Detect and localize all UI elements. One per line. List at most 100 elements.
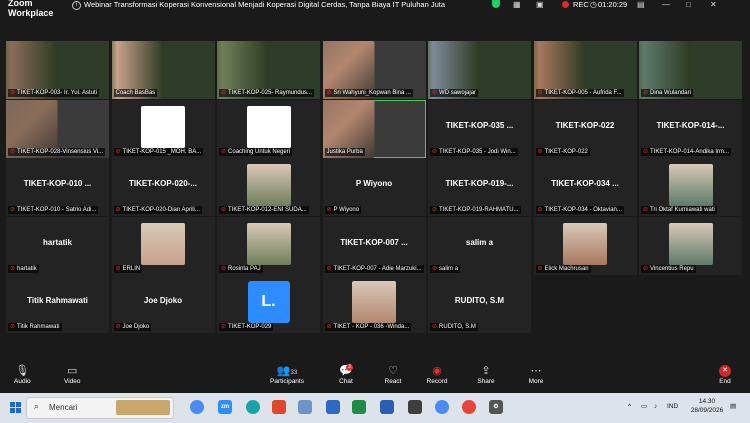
participant-name-label: ⊘ TIKET-KOP-020-Dian Aprili... — [113, 206, 202, 214]
participant-tile[interactable]: TIKET-KOP-035 ... ⊘ TIKET-KOP-035 - Jodi W… — [428, 99, 531, 158]
participant-tile[interactable]: ⊘ Coaching Untuk Negeri — [217, 99, 320, 158]
participant-name-label: ⊘ Dina Wulandari — [641, 89, 693, 97]
participant-tile[interactable]: ⊘ WD sawojajar — [428, 41, 531, 99]
participant-tile[interactable]: hartatik ⊘ hartatik — [6, 216, 109, 275]
participant-tile[interactable]: Titik Rahmawati ⊘ Titik Rahmawati — [6, 275, 109, 333]
participant-tile[interactable]: ⊘ Dina Wulandari — [639, 41, 742, 99]
taskbar-clock[interactable]: 14.30 28/09/2026 — [690, 397, 724, 415]
view-icon[interactable]: ▦ — [513, 0, 521, 10]
participant-name-label: ⊘ RUDITO, S.M — [430, 323, 478, 331]
maximize-icon[interactable]: □ — [686, 0, 691, 10]
volume-icon[interactable]: ♪ — [654, 402, 657, 411]
participant-display-name: TIKET-KOP-020-... — [128, 179, 197, 188]
end-button[interactable]: ✕ End — [716, 364, 734, 385]
participant-tile[interactable]: ⊘ TIKET-KOP-012-ENI SUDA... — [217, 158, 320, 216]
participant-tile[interactable]: Coach BasBas — [111, 41, 215, 99]
participant-tile[interactable]: Joe Djoko ⊘ Joe Djoko — [111, 275, 215, 333]
meeting-title[interactable]: i Webinar Transformasi Koperasi Konvensio… — [72, 0, 445, 10]
muted-microphone-icon: ⊘ — [10, 90, 16, 96]
close-icon[interactable]: ✕ — [710, 0, 717, 10]
video-button[interactable]: ▭ Video — [64, 364, 81, 385]
participant-name-text: TIKET-KOP-007 - Adie Marzuki... — [333, 265, 422, 272]
participant-name-text: WD sawojajar — [439, 90, 477, 96]
participant-display-name: salim a — [465, 237, 494, 247]
tray-chevron-icon[interactable]: ^ — [628, 402, 631, 411]
participant-name-label: ⊘ TIKET-KOP-025- Raymundus... — [219, 89, 315, 97]
minimize-icon[interactable]: — — [662, 0, 670, 10]
participant-tile[interactable]: TIKET-KOP-014-... ⊘ TIKET-KOP-014-Andika I… — [639, 99, 742, 158]
outlook-icon[interactable] — [326, 400, 340, 414]
excel-icon[interactable] — [352, 400, 366, 414]
participant-display-name: Titik Rahmawati — [27, 296, 88, 305]
participant-tile[interactable]: ⊘ TIKET-KOP-025- Raymundus... — [217, 41, 320, 99]
record-button[interactable]: ◉ Record — [425, 364, 449, 385]
participants-count: 33 — [290, 370, 298, 376]
participant-tile[interactable]: TIKET-KOP-034 ... ⊘ TIKET-KOP-034 - Oktavi… — [533, 158, 637, 216]
info-icon[interactable]: i — [72, 0, 81, 10]
view-options-icon[interactable]: ▤ — [637, 0, 645, 10]
participant-tile[interactable]: ⊘ TIKET-KOP-003- Ir. Yul. Astuti — [6, 41, 109, 99]
participant-tile[interactable]: TIKET-KOP-010 ... ⊘ TIKET-KOP-010 - Satrio… — [6, 158, 109, 216]
participant-name-text: Coach BasBas — [115, 90, 156, 96]
more-button[interactable]: ⋯ More — [526, 364, 546, 385]
participant-tile[interactable]: ⊘ TIKET-KOP-015 _MOH. BA... — [111, 99, 215, 158]
participant-tile[interactable]: ⊘ TIKET-KOP-005 - Aufrida F... — [533, 41, 637, 99]
more-label: More — [528, 378, 544, 385]
layout-icon[interactable]: ▣ — [536, 0, 544, 10]
participant-tile[interactable]: RUDITO, S.M ⊘ RUDITO, S.M — [428, 275, 531, 333]
participant-tile[interactable]: salim a ⊘ salim a — [428, 216, 531, 275]
participants-button[interactable]: 👥33 Participants — [267, 364, 307, 385]
muted-microphone-icon: ⊘ — [432, 90, 438, 96]
edge-icon[interactable] — [246, 400, 260, 414]
participant-tile[interactable]: ⊘ Vincentius Repu — [639, 216, 742, 275]
participant-tile[interactable]: ⊘ Tri Oktaf Kurniawati wati — [639, 158, 742, 216]
language-indicator[interactable]: IND — [667, 402, 678, 411]
participant-tile[interactable]: ⊘ Elick Machrusan — [533, 216, 637, 275]
participant-tile[interactable]: TIKET-KOP-019-... ⊘ TIKET-KOP-019-RAHMATU.… — [428, 158, 531, 216]
participant-name-label: ⊘ P Wiyono — [324, 206, 362, 214]
meeting-title-text: Webinar Transformasi Koperasi Konvension… — [84, 0, 446, 9]
notification-icon[interactable]: ▤ — [730, 402, 736, 411]
participant-avatar — [141, 222, 185, 265]
participant-name-label: ⊘ Titik Rahmawati — [8, 323, 62, 331]
muted-microphone-icon: ⊘ — [537, 148, 543, 155]
participant-name-text: TIKET-KOP-015 _MOH. BA... — [122, 148, 202, 155]
participant-tile[interactable]: TIKET-KOP-022 ⊘ TIKET-KOP-022 — [533, 99, 637, 158]
chrome-icon[interactable] — [190, 400, 204, 414]
muted-microphone-icon: ⊘ — [643, 207, 649, 213]
muted-microphone-icon: ⊘ — [643, 265, 649, 272]
audio-button[interactable]: 🎙 Audio — [14, 364, 31, 385]
participant-logo — [246, 105, 291, 148]
word-icon[interactable] — [380, 400, 394, 414]
windows-start-icon[interactable] — [10, 402, 21, 413]
participant-tile[interactable]: Justika Purba — [322, 99, 426, 158]
share-button[interactable]: ⇪ Share — [475, 364, 497, 385]
participant-tile[interactable]: TIKET-KOP-020-... ⊘ TIKET-KOP-020-Dian Apr… — [111, 158, 215, 216]
participant-tile[interactable]: ⊘ TIKET - KOP - 036 -Winda... — [322, 275, 426, 333]
photos-icon[interactable] — [298, 400, 312, 414]
pdf-reader-icon[interactable] — [272, 400, 286, 414]
network-icon[interactable]: ▭ — [641, 402, 647, 411]
chrome-icon-2[interactable] — [435, 400, 449, 414]
zoom-app-icon[interactable]: zm — [218, 400, 232, 414]
chat-button[interactable]: 💬 3 Chat — [336, 364, 356, 385]
muted-microphone-icon: ⊘ — [221, 265, 227, 272]
taskbar-search-box[interactable]: ⌕ Mencari — [26, 397, 174, 419]
settings-gear-icon[interactable]: ⚙ — [489, 400, 503, 414]
participant-tile[interactable]: ⊘ Rosinta PAJ — [217, 216, 320, 275]
participant-tile[interactable]: TIKET-KOP-007 ... ⊘ TIKET-KOP-007 - Adie M… — [322, 216, 426, 275]
participant-tile[interactable]: P Wiyono ⊘ P Wiyono — [322, 158, 426, 216]
participant-tile[interactable]: ⊘ ERLIN — [111, 216, 215, 275]
participant-name-text: Sri Wahyuni_Kopwan Bina ... — [333, 90, 412, 96]
store-icon[interactable] — [408, 400, 422, 414]
muted-microphone-icon: ⊘ — [221, 207, 227, 213]
participant-tile[interactable]: ⊘ Sri Wahyuni_Kopwan Bina ... — [322, 41, 426, 99]
react-button[interactable]: ♡ React — [383, 364, 403, 385]
participant-tile[interactable]: L. ⊘ TIKET-KOP-029 — [217, 275, 320, 333]
participant-name-label: ⊘ Elick Machrusan — [535, 264, 591, 273]
chrome-icon-3[interactable] — [462, 400, 476, 414]
muted-microphone-icon: ⊘ — [115, 207, 121, 213]
participant-tile[interactable]: ⊘ TIKET-KOP-028-Vinsensius Vi... — [6, 99, 109, 158]
security-shield-icon[interactable] — [492, 0, 500, 8]
participant-name-label: Coach BasBas — [113, 89, 158, 97]
